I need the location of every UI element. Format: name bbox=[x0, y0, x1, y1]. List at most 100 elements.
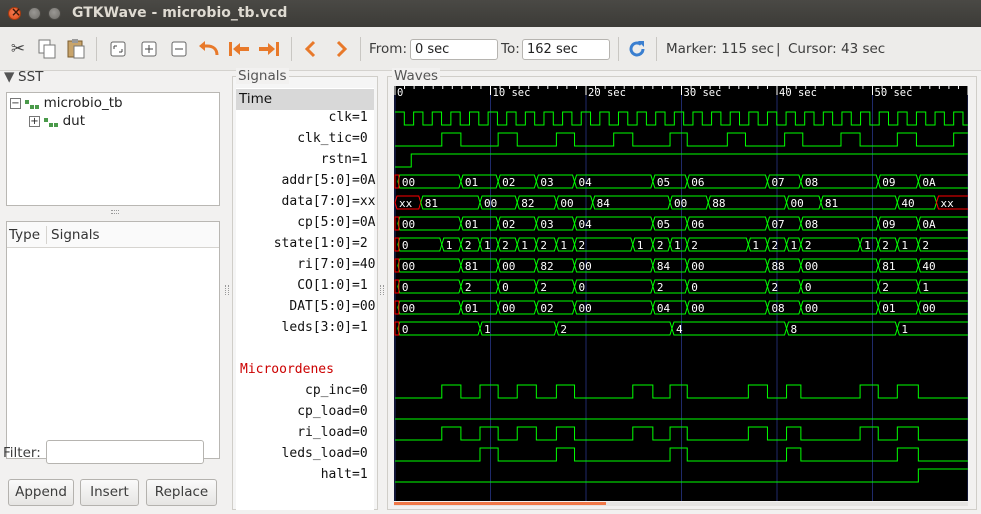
tree-expander-icon[interactable]: + bbox=[29, 115, 40, 127]
signal-name: cp_inc bbox=[305, 383, 352, 398]
signal-value: =0 bbox=[352, 404, 368, 419]
zoom-out-icon[interactable] bbox=[168, 38, 190, 60]
signal-name: clk bbox=[328, 110, 352, 125]
signal-value: =00 bbox=[352, 299, 376, 314]
tree-item-dut[interactable]: + dut bbox=[29, 113, 85, 129]
bus-value-label: 1 bbox=[521, 239, 528, 252]
signal-row[interactable]: ri_load =0 bbox=[236, 422, 374, 443]
signal-row[interactable]: cp_inc =0 bbox=[236, 380, 374, 401]
sst-pane-grip[interactable] bbox=[111, 210, 119, 214]
signal-row[interactable]: ri[7:0] =40 bbox=[236, 254, 375, 275]
wave-display[interactable]: 010 sec20 sec30 sec40 sec50 sec60 s00010… bbox=[394, 86, 968, 501]
zoom-start-icon[interactable] bbox=[227, 38, 249, 60]
bus-segment-leds-3-0- bbox=[671, 321, 788, 336]
signal-name: addr[5:0] bbox=[281, 173, 352, 188]
paste-icon[interactable] bbox=[65, 38, 87, 60]
filter-input[interactable] bbox=[46, 440, 204, 464]
window-minimize-button[interactable] bbox=[28, 7, 41, 20]
wave-horizontal-scrollbar[interactable] bbox=[394, 502, 968, 506]
from-label: From: bbox=[369, 41, 407, 57]
signal-row[interactable]: cp[5:0] =0A bbox=[236, 212, 376, 233]
time-tick-label: 20 sec bbox=[588, 87, 626, 99]
signal-row[interactable]: cp_load =0 bbox=[236, 401, 374, 422]
bus-value-label: 00 bbox=[805, 260, 818, 273]
bus-value-label: 82 bbox=[521, 197, 534, 210]
signal-name: cp[5:0] bbox=[297, 215, 352, 230]
bus-value-label: 07 bbox=[771, 218, 784, 231]
signal-group-label[interactable]: Microordenes bbox=[236, 359, 374, 380]
signal-row[interactable]: halt =1 bbox=[236, 464, 374, 485]
tree-expander-icon[interactable]: − bbox=[10, 97, 21, 109]
signal-value: =0 bbox=[352, 425, 368, 440]
bus-value-label: 05 bbox=[657, 176, 670, 189]
signal-value: =0A bbox=[352, 215, 376, 230]
bus-value-label: 01 bbox=[882, 302, 895, 315]
sst-signal-list[interactable]: Type Signals bbox=[6, 221, 220, 459]
signal-value: =1 bbox=[352, 110, 368, 125]
signals-list[interactable]: Time clk =1 clk_tic =0 rstn =1 addr[5:0] =0A data… bbox=[236, 88, 376, 510]
signal-row[interactable]: data[7:0] =xx bbox=[236, 191, 376, 212]
bus-value-label: 4 bbox=[676, 323, 683, 336]
next-edge-icon[interactable] bbox=[330, 38, 352, 60]
bus-value-label: 00 bbox=[402, 260, 415, 273]
bus-value-label: 00 bbox=[691, 260, 704, 273]
append-button[interactable]: Append bbox=[8, 479, 74, 506]
bus-value-label: 08 bbox=[805, 176, 818, 189]
signal-row[interactable]: rstn =1 bbox=[236, 149, 374, 170]
wave-scroll-thumb[interactable] bbox=[394, 502, 607, 505]
column-header-signals[interactable]: Signals bbox=[51, 227, 100, 243]
filter-label: Filter: bbox=[3, 445, 41, 461]
time-tick-label: 30 sec bbox=[684, 87, 722, 99]
cursor-readout: Cursor: 43 sec bbox=[788, 41, 886, 57]
signal-row[interactable]: leds_load =0 bbox=[236, 443, 374, 464]
bus-value-label: 40 bbox=[901, 197, 914, 210]
signal-name: cp_load bbox=[297, 404, 352, 419]
prev-edge-icon[interactable] bbox=[300, 38, 322, 60]
bus-value-label: 00 bbox=[402, 176, 415, 189]
to-input[interactable] bbox=[522, 39, 610, 60]
signal-row[interactable]: clk_tic =0 bbox=[236, 128, 374, 149]
signal-row[interactable]: addr[5:0] =0A bbox=[236, 170, 376, 191]
column-header-type[interactable]: Type bbox=[9, 227, 40, 243]
signal-name: ri_load bbox=[297, 425, 352, 440]
sst-expander-icon[interactable]: ▼ bbox=[4, 69, 14, 85]
cut-icon[interactable]: ✂ bbox=[7, 38, 29, 60]
insert-button[interactable]: Insert bbox=[80, 479, 139, 506]
bus-value-label: 04 bbox=[579, 176, 593, 189]
bus-value-label: 88 bbox=[712, 197, 725, 210]
zoom-fit-icon[interactable] bbox=[107, 38, 129, 60]
bus-value-label: 81 bbox=[825, 197, 838, 210]
from-input[interactable] bbox=[410, 39, 498, 60]
undo-zoom-icon[interactable] bbox=[197, 38, 219, 60]
window-close-button[interactable] bbox=[8, 5, 21, 20]
zoom-in-icon[interactable] bbox=[138, 38, 160, 60]
bus-value-label: 0A bbox=[922, 218, 936, 231]
bus-value-label: 84 bbox=[657, 260, 671, 273]
zoom-end-icon[interactable] bbox=[257, 38, 279, 60]
wave-canvas[interactable]: 010 sec20 sec30 sec40 sec50 sec60 s00010… bbox=[394, 86, 968, 501]
signals-pane-grip[interactable] bbox=[380, 285, 384, 295]
bus-value-label: 06 bbox=[691, 176, 704, 189]
bus-value-label: 1 bbox=[484, 239, 491, 252]
bus-value-label: 82 bbox=[540, 260, 553, 273]
signal-row[interactable]: leds[3:0] =1 bbox=[236, 317, 374, 338]
bus-segment-leds-3-0- bbox=[786, 321, 898, 336]
signal-row[interactable]: CO[1:0] =1 bbox=[236, 275, 374, 296]
time-tick-label: 0 bbox=[397, 87, 403, 99]
signal-row[interactable]: state[1:0] =2 bbox=[236, 233, 374, 254]
sst-tree: − microbio_tb + dut bbox=[6, 92, 220, 206]
window-maximize-button[interactable] bbox=[48, 7, 61, 20]
left-pane-grip[interactable] bbox=[225, 285, 229, 295]
bus-value-label: 08 bbox=[805, 218, 818, 231]
replace-button[interactable]: Replace bbox=[146, 479, 217, 506]
signal-row[interactable]: DAT[5:0] =00 bbox=[236, 296, 376, 317]
signal-row[interactable]: clk =1 bbox=[236, 107, 374, 128]
bus-value-label: 00 bbox=[579, 302, 592, 315]
signal-value: =xx bbox=[352, 194, 376, 209]
tree-item-microbio-tb[interactable]: − microbio_tb bbox=[10, 95, 123, 111]
bus-value-label: 40 bbox=[922, 260, 935, 273]
reload-icon[interactable] bbox=[626, 38, 648, 60]
signal-blank-row[interactable] bbox=[236, 338, 374, 359]
bus-value-label: 2 bbox=[502, 239, 509, 252]
copy-icon[interactable] bbox=[36, 38, 58, 60]
